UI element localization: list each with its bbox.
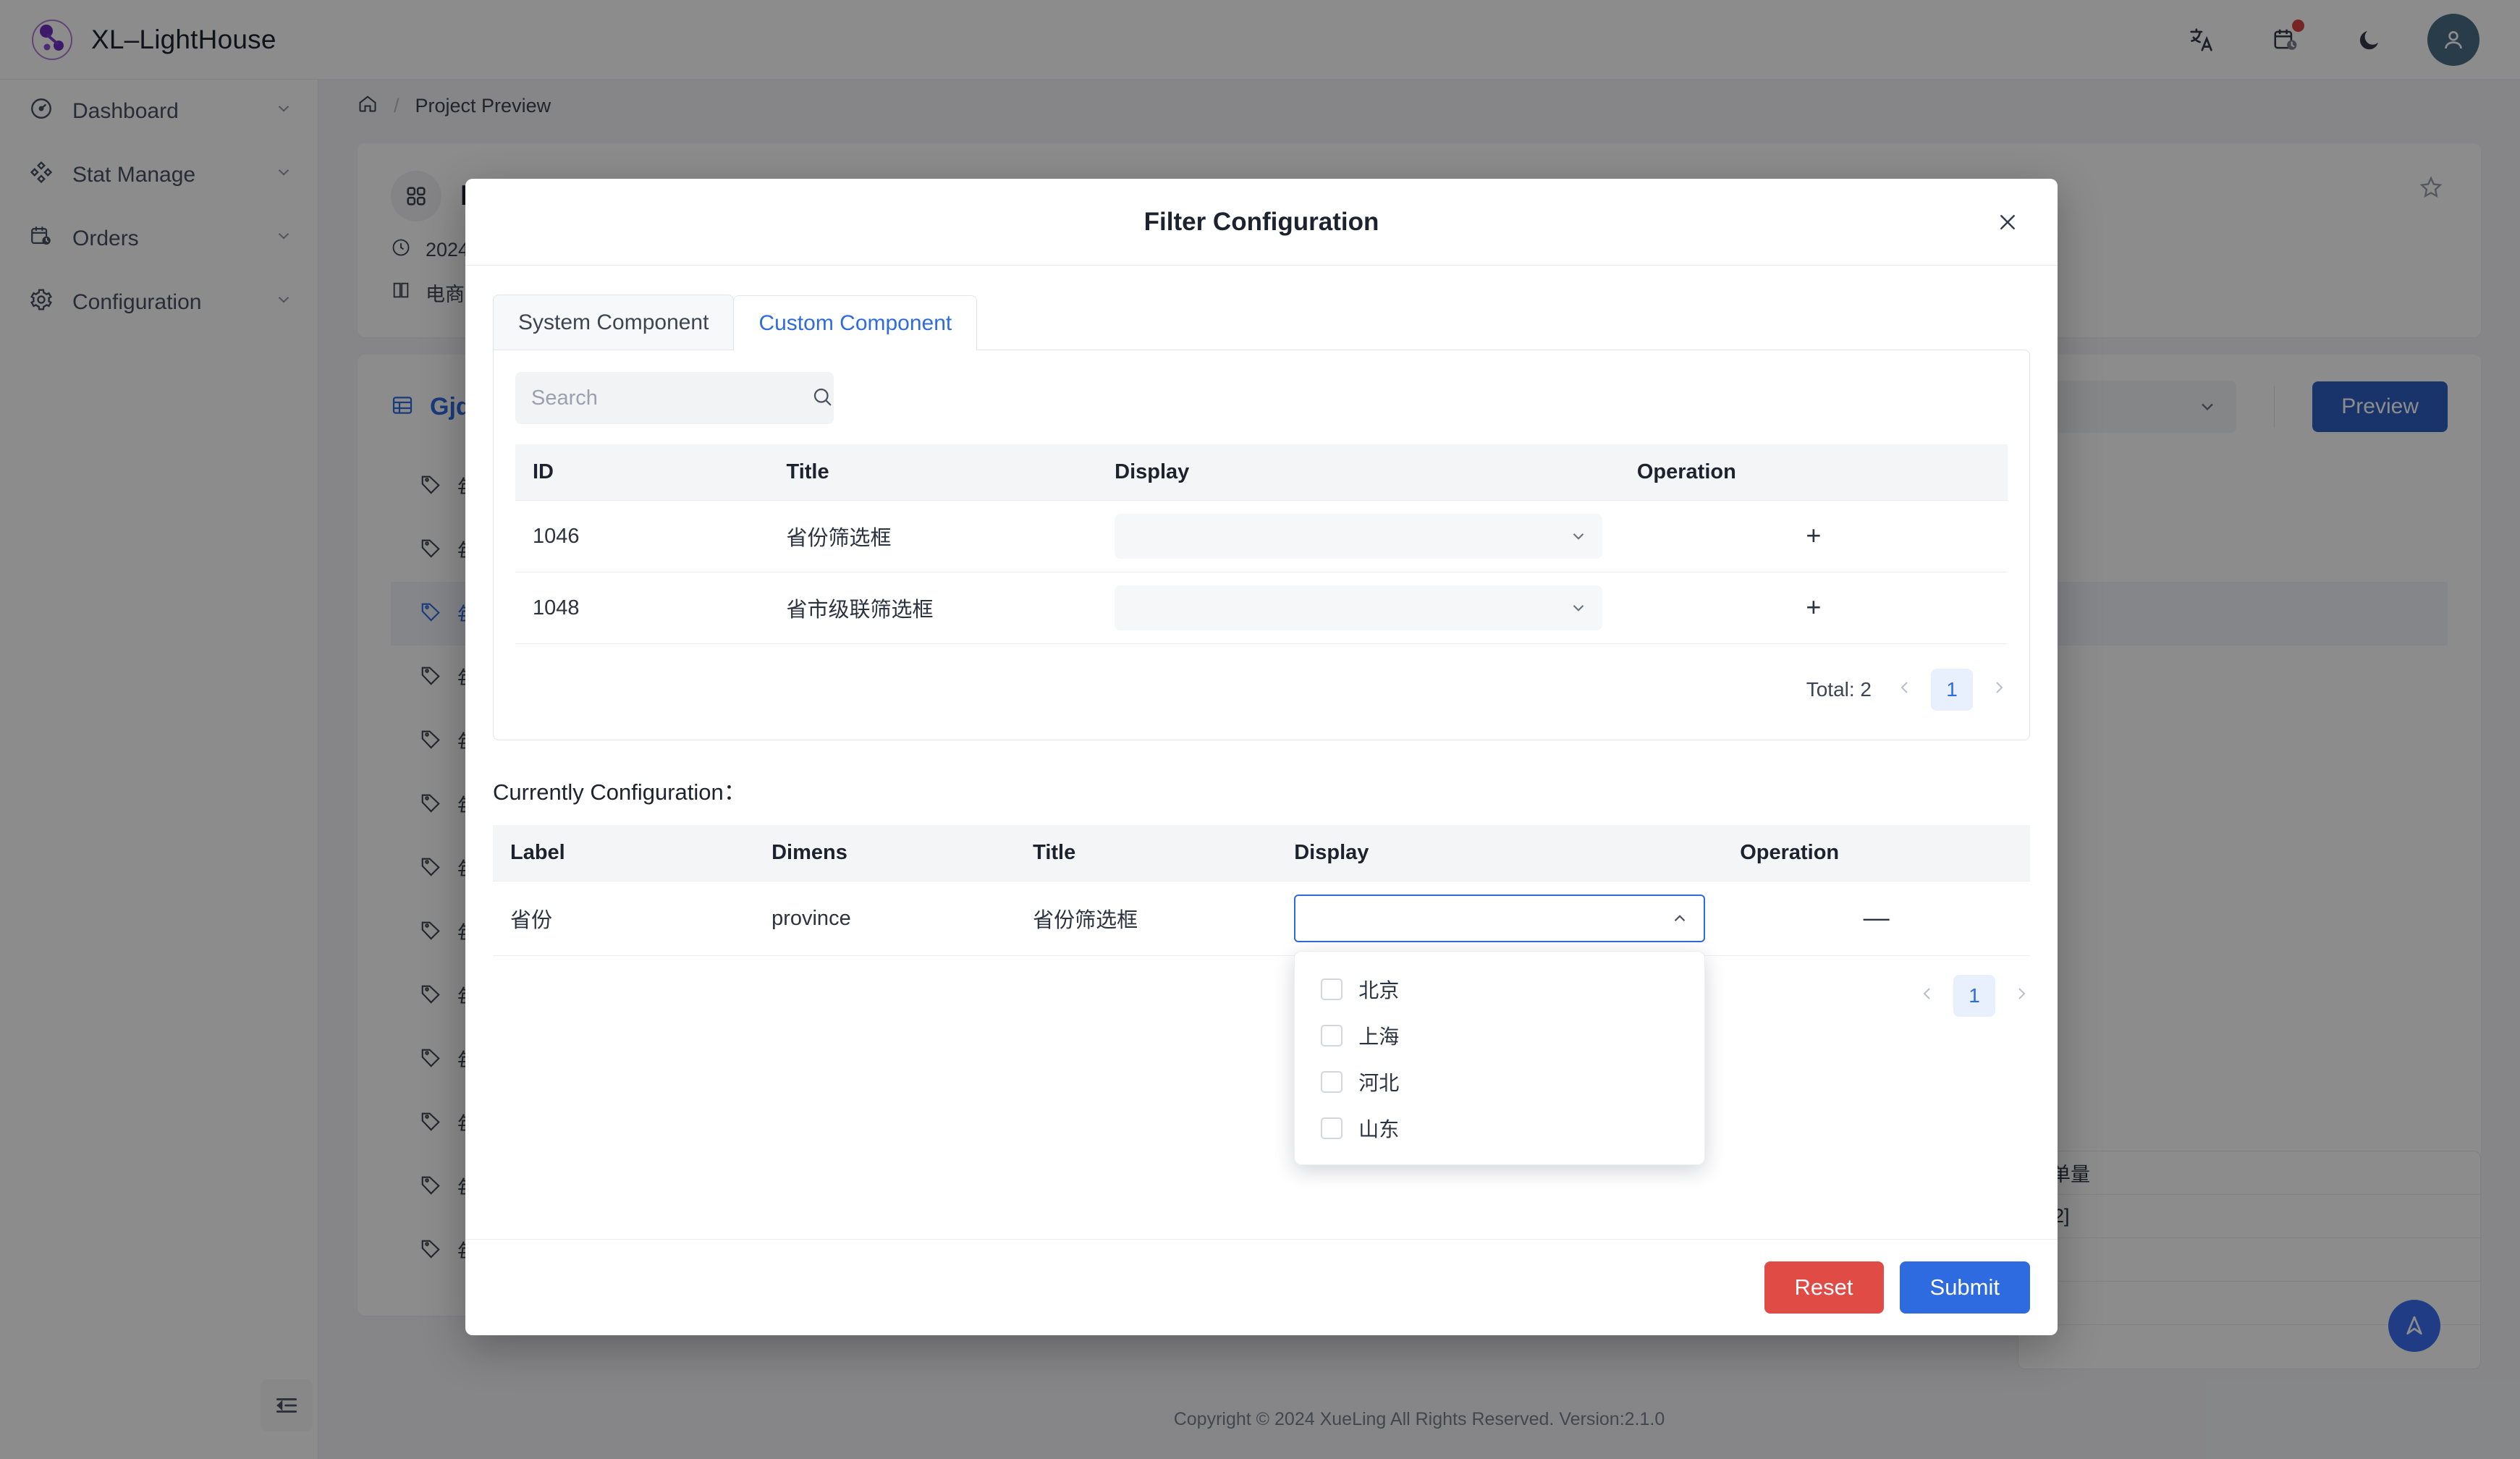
col-operation: Operation (1722, 825, 2030, 881)
component-table: ID Title Display Operation 1046 省份筛选框 +104… (515, 444, 2008, 644)
col-dimens: Dimens (754, 825, 1016, 881)
dropdown-option[interactable]: 山东 (1295, 1105, 1704, 1151)
modal-body: System Component Custom Component ID Tit… (465, 266, 2058, 1239)
display-select[interactable] (1115, 514, 1602, 559)
add-component-button[interactable]: + (1806, 594, 1821, 620)
search-input[interactable] (531, 386, 804, 410)
checkbox[interactable] (1321, 1117, 1343, 1139)
dropdown-option-label: 山东 (1358, 1118, 1400, 1141)
cell-display (1277, 881, 1723, 956)
total-label: Total: 2 (1806, 678, 1872, 701)
current-configuration-table: Label Dimens Title Display Operation 省份 p… (493, 825, 2030, 956)
dropdown-option-label: 北京 (1358, 979, 1400, 1002)
chevron-right-icon[interactable] (1990, 677, 2008, 702)
cell-operation: + (1619, 500, 2008, 572)
col-operation: Operation (1619, 444, 2008, 501)
tab-custom-component[interactable]: Custom Component (733, 295, 978, 350)
tab-system-component[interactable]: System Component (493, 295, 735, 350)
dropdown-option[interactable]: 上海 (1295, 1012, 1704, 1059)
cell-id: 1048 (515, 572, 769, 644)
cell-dimens: province (754, 881, 1016, 956)
remove-component-button[interactable]: — (1864, 905, 1890, 931)
cell-display (1097, 572, 1620, 644)
display-select[interactable] (1294, 895, 1706, 942)
close-icon[interactable] (1988, 203, 2027, 242)
table-row: 省份 province 省份筛选框 — (493, 881, 2030, 956)
cell-label: 省份 (493, 881, 755, 956)
modal-footer: Reset Submit (465, 1239, 2058, 1335)
dropdown-option-label: 上海 (1358, 1025, 1400, 1048)
cell-display (1097, 500, 1620, 572)
page-number-1[interactable]: 1 (1931, 669, 1973, 711)
currently-configuration-label: Currently Configuration： (493, 779, 746, 805)
cell-operation: — (1722, 881, 2030, 956)
checkbox[interactable] (1321, 1025, 1343, 1046)
custom-component-panel: ID Title Display Operation 1046省份筛选框 +104… (493, 350, 2030, 740)
search-icon[interactable] (811, 386, 833, 411)
current-config-header-row: Label Dimens Title Display Operation (493, 825, 2030, 881)
search-box[interactable] (515, 372, 834, 424)
component-table-header-row: ID Title Display Operation (515, 444, 2008, 501)
page-number-1[interactable]: 1 (1953, 975, 1995, 1017)
modal-header: Filter Configuration (465, 179, 2058, 266)
dropdown-option-label: 河北 (1358, 1072, 1400, 1094)
table-row: 1048 省市级联筛选框 + (515, 572, 2008, 644)
dropdown-option[interactable]: 河北 (1295, 1059, 1704, 1105)
col-display: Display (1277, 825, 1723, 881)
cell-operation: + (1619, 572, 2008, 644)
col-id: ID (515, 444, 769, 501)
col-title: Title (1015, 825, 1277, 881)
checkbox[interactable] (1321, 978, 1343, 1000)
chevron-right-icon[interactable] (2013, 984, 2030, 1008)
checkbox[interactable] (1321, 1071, 1343, 1093)
col-display: Display (1097, 444, 1620, 501)
component-table-pagination: Total: 2 1 (515, 669, 2008, 711)
modal-title: Filter Configuration (1143, 207, 1379, 236)
dropdown-option[interactable]: 北京 (1295, 966, 1704, 1012)
add-component-button[interactable]: + (1806, 523, 1821, 549)
col-label: Label (493, 825, 755, 881)
current-config-pagination: 1 (493, 975, 2030, 1017)
component-tabs: System Component Custom Component (493, 295, 2030, 350)
cell-title: 省市级联筛选框 (769, 572, 1098, 644)
cell-id: 1046 (515, 500, 769, 572)
chevron-left-icon[interactable] (1896, 677, 1914, 702)
cell-title: 省份筛选框 (1015, 881, 1277, 956)
chevron-left-icon[interactable] (1919, 984, 1936, 1008)
reset-button[interactable]: Reset (1764, 1261, 1884, 1314)
filter-configuration-modal: Filter Configuration System Component Cu… (465, 179, 2058, 1335)
display-options-dropdown: 北京 上海 河北 山东 (1294, 951, 1706, 1165)
table-row: 1046 省份筛选框 + (515, 500, 2008, 572)
cell-title: 省份筛选框 (769, 500, 1098, 572)
col-title: Title (769, 444, 1098, 501)
display-select[interactable] (1115, 585, 1602, 630)
submit-button[interactable]: Submit (1899, 1261, 2030, 1314)
